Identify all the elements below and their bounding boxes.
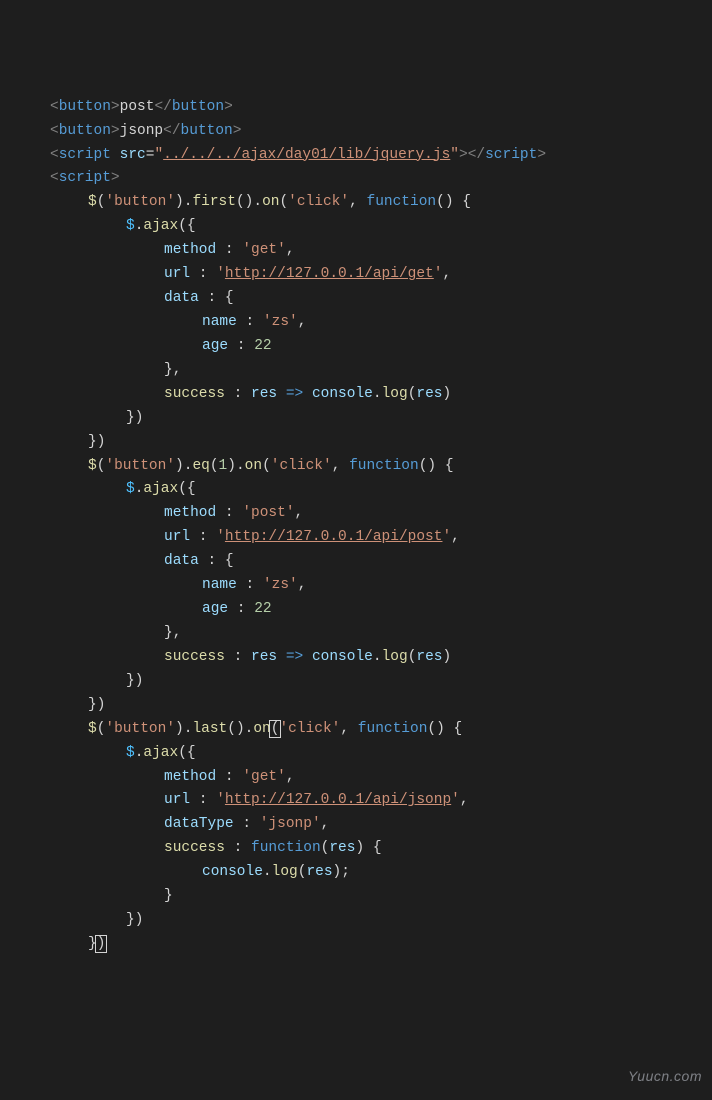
eq-fn: eq <box>192 458 209 474</box>
get-value: 'get' <box>242 242 286 258</box>
log-fn-3: log <box>272 864 298 880</box>
success-prop: success <box>164 386 225 402</box>
src-attr: src <box>120 147 146 163</box>
name-prop: name <box>202 314 237 330</box>
age-value-2: 22 <box>254 601 271 617</box>
log-fn: log <box>382 386 408 402</box>
name-prop-2: name <box>202 577 237 593</box>
function-kw-3: function <box>358 721 428 737</box>
method-prop-2: method <box>164 505 216 521</box>
script-src-path: ../../../ajax/day01/lib/jquery.js <box>163 147 450 163</box>
console-ref: console <box>312 386 373 402</box>
age-prop: age <box>202 338 228 354</box>
watermark: Yuucn.com <box>628 1065 702 1088</box>
jquery-fn-3: $ <box>88 721 97 737</box>
arrow-fn: => <box>286 386 303 402</box>
url-post: http://127.0.0.1/api/post <box>225 529 443 545</box>
function-kw-2: function <box>349 458 419 474</box>
data-prop: data <box>164 290 199 306</box>
res-arg-2: res <box>416 649 442 665</box>
code-editor[interactable]: <button>post</button> <button>jsonp</but… <box>50 96 712 957</box>
ajax-fn-3: ajax <box>143 745 178 761</box>
res-param-2: res <box>251 649 277 665</box>
datatype-prop: dataType <box>164 816 234 832</box>
button-text-post: post <box>120 99 155 115</box>
get-value-2: 'get' <box>242 769 286 785</box>
url-prop-3: url <box>164 792 190 808</box>
eq-arg: 1 <box>219 458 228 474</box>
method-prop-3: method <box>164 769 216 785</box>
function-kw: function <box>367 194 437 210</box>
arrow-fn-2: => <box>286 649 303 665</box>
data-prop-2: data <box>164 553 199 569</box>
log-fn-2: log <box>382 649 408 665</box>
jquery-ref-3: $ <box>126 745 135 761</box>
button-selector: 'button' <box>105 194 175 210</box>
jquery-fn: $ <box>88 194 97 210</box>
button-open-tag: button <box>59 99 111 115</box>
url-get: http://127.0.0.1/api/get <box>225 266 434 282</box>
post-value: 'post' <box>242 505 294 521</box>
age-prop-2: age <box>202 601 228 617</box>
cursor-matching-bracket: ) <box>95 935 108 953</box>
url-prop-2: url <box>164 529 190 545</box>
console-ref-3: console <box>202 864 263 880</box>
res-param: res <box>251 386 277 402</box>
click-event-3: 'click' <box>279 721 340 737</box>
url-prop: url <box>164 266 190 282</box>
button-open-tag-2: button <box>59 123 111 139</box>
ajax-fn-2: ajax <box>143 481 178 497</box>
button-text-jsonp: jsonp <box>120 123 164 139</box>
script-tag: script <box>59 147 111 163</box>
button-selector-3: 'button' <box>105 721 175 737</box>
on-fn-2: on <box>245 458 262 474</box>
button-selector-2: 'button' <box>105 458 175 474</box>
method-prop: method <box>164 242 216 258</box>
res-arg-3: res <box>306 864 332 880</box>
script-close-tag: script <box>485 147 537 163</box>
button-close-tag: button <box>172 99 224 115</box>
on-fn: on <box>262 194 279 210</box>
res-arg: res <box>416 386 442 402</box>
script-open-tag-2: script <box>59 170 111 186</box>
jquery-fn-2: $ <box>88 458 97 474</box>
click-event: 'click' <box>288 194 349 210</box>
age-value: 22 <box>254 338 271 354</box>
first-fn: first <box>192 194 236 210</box>
success-prop-2: success <box>164 649 225 665</box>
zs-value: 'zs' <box>263 314 298 330</box>
zs-value-2: 'zs' <box>263 577 298 593</box>
jsonp-value: 'jsonp' <box>260 816 321 832</box>
function-kw-4: function <box>251 840 321 856</box>
ajax-fn: ajax <box>143 218 178 234</box>
jquery-ref: $ <box>126 218 135 234</box>
jquery-ref-2: $ <box>126 481 135 497</box>
last-fn: last <box>192 721 227 737</box>
res-param-3: res <box>329 840 355 856</box>
url-jsonp: http://127.0.0.1/api/jsonp <box>225 792 451 808</box>
console-ref-2: console <box>312 649 373 665</box>
click-event-2: 'click' <box>271 458 332 474</box>
button-close-tag-2: button <box>181 123 233 139</box>
success-prop-3: success <box>164 840 225 856</box>
